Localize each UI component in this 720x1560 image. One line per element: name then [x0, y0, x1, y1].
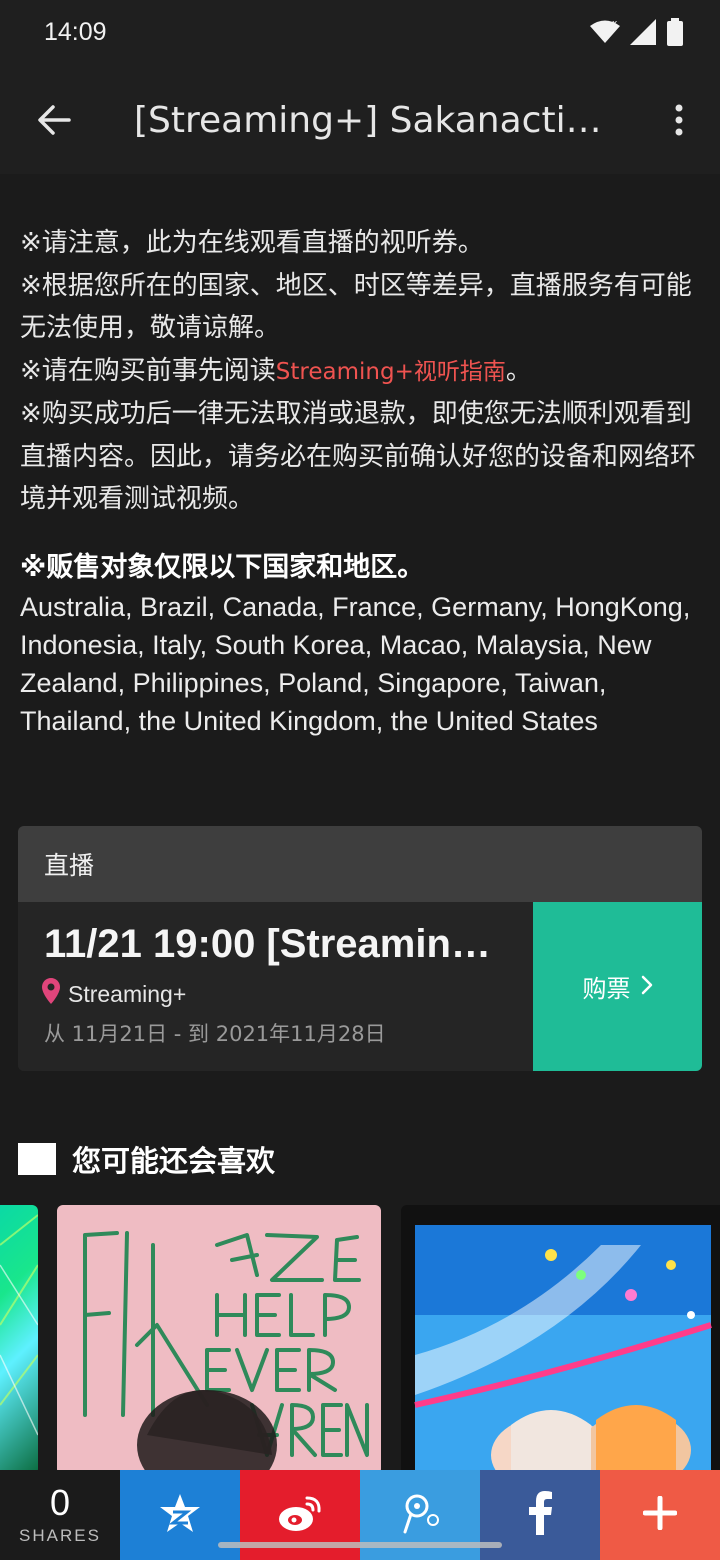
- buy-ticket-label: 购票: [582, 975, 631, 1003]
- recommendation-thumbnail[interactable]: [0, 1205, 38, 1475]
- location-pin-icon: [42, 978, 60, 1010]
- shares-number: 0: [49, 1482, 71, 1523]
- more-vert-icon: [674, 104, 684, 140]
- battery-icon: [666, 18, 684, 50]
- arrow-left-icon: [37, 105, 71, 139]
- gesture-navigation-bar[interactable]: [218, 1542, 502, 1548]
- recommendations-title: 您可能还会喜欢: [72, 1144, 276, 1178]
- notice-line-3: ※请在购买前事先阅读Streaming+视听指南。: [20, 350, 702, 394]
- ticket-card: 直播 11/21 19:00 [Streaming+] Sakanaction …: [18, 826, 702, 1071]
- shares-counter: 0 SHARES: [0, 1470, 120, 1560]
- weibo-icon: [277, 1494, 323, 1536]
- status-time: 14:09: [44, 18, 107, 46]
- share-more-button[interactable]: [600, 1470, 720, 1560]
- purchase-notice: ※请注意，此为在线观看直播的视听券。 ※根据您所在的国家、地区、时区等差异，直播…: [20, 222, 702, 521]
- app-bar: [Streaming+] Sakanaction...: [0, 70, 720, 174]
- tencent-weibo-icon: [397, 1492, 443, 1538]
- chevron-right-icon: [641, 973, 653, 1001]
- recommendations-heading: 您可能还会喜欢: [18, 1138, 275, 1180]
- viewing-guide-link[interactable]: Streaming+视听指南: [276, 359, 506, 385]
- recommendation-thumbnail-fujii-kaze[interactable]: [57, 1205, 381, 1475]
- status-icons: x: [590, 18, 684, 50]
- back-button[interactable]: [28, 96, 80, 148]
- anime-key-visual: [414, 1225, 712, 1475]
- shares-label: SHARES: [19, 1526, 101, 1545]
- ticket-title: 11/21 19:00 [Streaming+] Sakanaction: [44, 922, 494, 966]
- notice-line-3-end: 。: [505, 355, 532, 386]
- notice-line-3-text: ※请在购买前事先阅读: [20, 355, 276, 386]
- ticket-body[interactable]: 11/21 19:00 [Streaming+] Sakanaction Str…: [18, 902, 702, 1071]
- region-heading: ※贩售对象仅限以下国家和地区。: [20, 552, 425, 583]
- venue-name: Streaming+: [68, 980, 187, 1007]
- section-marker-icon: [18, 1143, 56, 1175]
- region-list: Australia, Brazil, Canada, France, Germa…: [20, 592, 691, 736]
- buy-ticket-button[interactable]: 购票: [533, 902, 702, 1071]
- plus-icon: [642, 1495, 678, 1534]
- signal-icon: [630, 19, 656, 49]
- notice-line-1: ※请注意，此为在线观看直播的视听券。: [20, 228, 484, 258]
- qzone-icon: [158, 1492, 202, 1538]
- more-menu-button[interactable]: [662, 96, 696, 148]
- sales-regions: ※贩售对象仅限以下国家和地区。 Australia, Brazil, Canad…: [20, 548, 702, 740]
- svg-text:x: x: [612, 20, 618, 29]
- wifi-icon: x: [590, 19, 620, 48]
- ticket-section-label: 直播: [18, 826, 702, 902]
- ticket-venue: Streaming+: [42, 978, 186, 1010]
- status-bar: 14:09 x: [0, 0, 720, 70]
- facebook-icon: [527, 1491, 553, 1539]
- notice-line-2: ※根据您所在的国家、地区、时区等差异，直播服务有可能无法使用，敬请谅解。: [20, 270, 692, 344]
- recommendation-thumbnail-anime[interactable]: [401, 1205, 720, 1475]
- page-title: [Streaming+] Sakanaction...: [134, 100, 604, 141]
- notice-line-4: ※购买成功后一律无法取消或退款，即使您无法顺利观看到直播内容。因此，请务必在购买…: [20, 399, 697, 514]
- ticket-dates: 从 11月21日 - 到 2021年11月28日: [44, 1022, 386, 1046]
- fujii-kaze-poster: [83, 1231, 369, 1475]
